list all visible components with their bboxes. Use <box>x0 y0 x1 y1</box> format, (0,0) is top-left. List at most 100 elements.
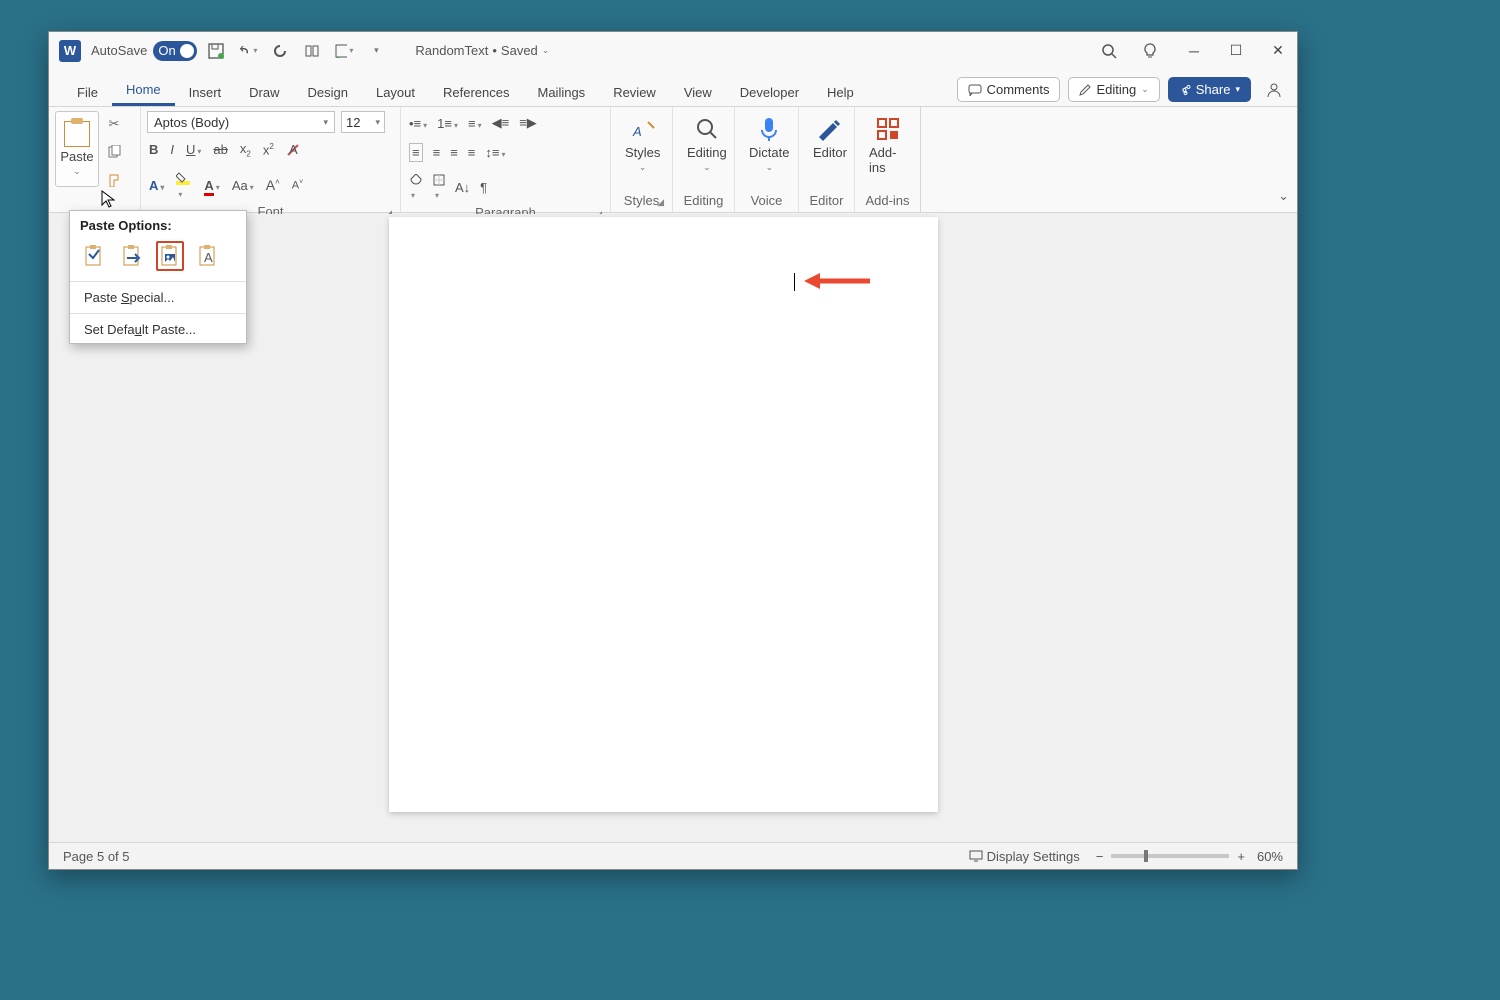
styles-button[interactable]: AStyles⌄ <box>617 111 668 177</box>
shading-button[interactable]: ▾ <box>409 174 423 201</box>
tab-draw[interactable]: Draw <box>235 77 293 106</box>
menu-separator <box>70 281 246 282</box>
paste-options-menu: Paste Options: A Paste Special... Set De… <box>69 210 247 344</box>
tab-help[interactable]: Help <box>813 77 868 106</box>
change-case-button[interactable]: Aa▾ <box>232 178 254 193</box>
lightbulb-icon[interactable] <box>1143 43 1161 59</box>
font-color-button[interactable]: A▾ <box>204 178 219 193</box>
page-indicator[interactable]: Page 5 of 5 <box>63 849 130 864</box>
tab-layout[interactable]: Layout <box>362 77 429 106</box>
qat-icon-1[interactable] <box>303 42 321 60</box>
font-name-select[interactable]: Aptos (Body)▾ <box>147 111 335 133</box>
set-default-paste-item[interactable]: Set Default Paste... <box>70 316 246 343</box>
paste-text-only-icon[interactable]: A <box>194 241 222 271</box>
align-left-button[interactable]: ≡ <box>409 143 423 162</box>
editing-mode-button[interactable]: Editing⌄ <box>1068 77 1159 102</box>
format-painter-icon[interactable] <box>103 169 125 191</box>
cut-icon[interactable]: ✂ <box>103 113 125 135</box>
paste-picture-icon[interactable] <box>156 241 184 271</box>
group-editor-label: Editor <box>810 193 844 208</box>
tab-file[interactable]: File <box>63 77 112 106</box>
paste-merge-formatting-icon[interactable] <box>118 241 146 271</box>
autosave-toggle[interactable]: On <box>153 41 197 61</box>
group-styles-label: Styles <box>624 193 659 208</box>
qat-icon-2[interactable]: ▾ <box>335 42 353 60</box>
tab-view[interactable]: View <box>670 77 726 106</box>
decrease-indent-button[interactable]: ◀≡ <box>492 115 510 131</box>
share-button[interactable]: Share▾ <box>1168 77 1251 102</box>
clear-format-icon[interactable]: A <box>286 143 300 157</box>
align-right-button[interactable]: ≡ <box>450 145 458 160</box>
title-chevron-icon: ⌄ <box>542 45 550 56</box>
zoom-level[interactable]: 60% <box>1257 849 1283 864</box>
tab-home[interactable]: Home <box>112 74 175 106</box>
save-icon[interactable] <box>207 42 225 60</box>
document-page[interactable] <box>389 217 938 812</box>
superscript-button[interactable]: x2 <box>263 142 274 157</box>
dictate-button[interactable]: Dictate⌄ <box>741 111 797 177</box>
tab-insert[interactable]: Insert <box>175 77 236 106</box>
tab-review[interactable]: Review <box>599 77 670 106</box>
word-app-icon: W <box>59 40 81 62</box>
underline-button[interactable]: U▾ <box>186 142 201 157</box>
group-styles: AStyles⌄ Styles◢ <box>611 107 673 212</box>
document-title[interactable]: RandomText • Saved ⌄ <box>415 43 549 58</box>
qat-customize-icon[interactable]: ▾ <box>367 42 385 60</box>
align-center-button[interactable]: ≡ <box>433 145 441 160</box>
tab-references[interactable]: References <box>429 77 523 106</box>
shrink-font-button[interactable]: A˅ <box>292 179 303 192</box>
group-editing: Editing⌄ Editing <box>673 107 735 212</box>
paste-special-item[interactable]: Paste Special... <box>70 284 246 311</box>
tab-developer[interactable]: Developer <box>726 77 813 106</box>
strikethrough-button[interactable]: ab <box>213 142 227 157</box>
paste-keep-source-icon[interactable] <box>80 241 108 271</box>
maximize-button[interactable]: ☐ <box>1227 42 1245 59</box>
copy-icon[interactable] <box>103 141 125 163</box>
increase-indent-button[interactable]: ≡▶ <box>519 115 537 131</box>
line-spacing-button[interactable]: ↕≡▾ <box>485 145 505 160</box>
share-icon <box>1179 84 1191 96</box>
autosave-control[interactable]: AutoSave On <box>91 41 197 61</box>
minimize-button[interactable]: ─ <box>1185 43 1203 59</box>
italic-button[interactable]: I <box>170 142 174 157</box>
sort-button[interactable]: A↓ <box>455 180 470 195</box>
bullets-button[interactable]: •≡▾ <box>409 116 427 131</box>
show-marks-button[interactable]: ¶ <box>480 180 487 195</box>
grow-font-button[interactable]: A˄ <box>266 177 280 193</box>
redo-icon[interactable] <box>271 42 289 60</box>
subscript-button[interactable]: x2 <box>240 141 251 159</box>
ribbon-tabs: File Home Insert Draw Design Layout Refe… <box>49 69 1297 107</box>
editor-button[interactable]: Editor <box>805 111 855 164</box>
svg-text:A: A <box>289 143 298 157</box>
account-icon[interactable] <box>1265 81 1283 99</box>
justify-button[interactable]: ≡ <box>468 145 476 160</box>
comments-button[interactable]: Comments <box>957 77 1061 102</box>
close-button[interactable]: ✕ <box>1269 42 1287 59</box>
tab-design[interactable]: Design <box>294 77 362 106</box>
bold-button[interactable]: B <box>149 142 158 157</box>
font-size-select[interactable]: 12▾ <box>341 111 385 133</box>
styles-launcher-icon[interactable]: ◢ <box>657 197 664 208</box>
editing-button[interactable]: Editing⌄ <box>679 111 735 177</box>
display-icon <box>969 850 983 862</box>
borders-button[interactable]: ▾ <box>433 174 445 201</box>
doc-name: RandomText <box>415 43 488 58</box>
search-icon[interactable] <box>1101 43 1119 59</box>
paste-button[interactable]: Paste ⌄ <box>55 111 99 187</box>
addins-button[interactable]: Add-ins <box>861 111 914 179</box>
undo-icon[interactable]: ▾ <box>239 42 257 60</box>
zoom-in-button[interactable]: + <box>1237 849 1245 864</box>
display-settings-button[interactable]: Display Settings <box>969 849 1080 864</box>
zoom-out-button[interactable]: − <box>1096 849 1104 864</box>
text-effects-button[interactable]: A▾ <box>149 178 164 193</box>
numbering-button[interactable]: 1≡▾ <box>437 116 458 131</box>
annotation-arrow-icon <box>802 272 872 290</box>
highlight-button[interactable]: ▾ <box>176 171 192 200</box>
tab-mailings[interactable]: Mailings <box>524 77 600 106</box>
svg-text:A: A <box>204 250 213 265</box>
collapse-ribbon-icon[interactable]: ⌄ <box>1278 188 1289 204</box>
paste-label: Paste <box>60 149 93 164</box>
group-editing-label: Editing <box>684 193 724 208</box>
multilevel-button[interactable]: ≡▾ <box>468 116 482 131</box>
zoom-slider[interactable] <box>1111 854 1229 858</box>
